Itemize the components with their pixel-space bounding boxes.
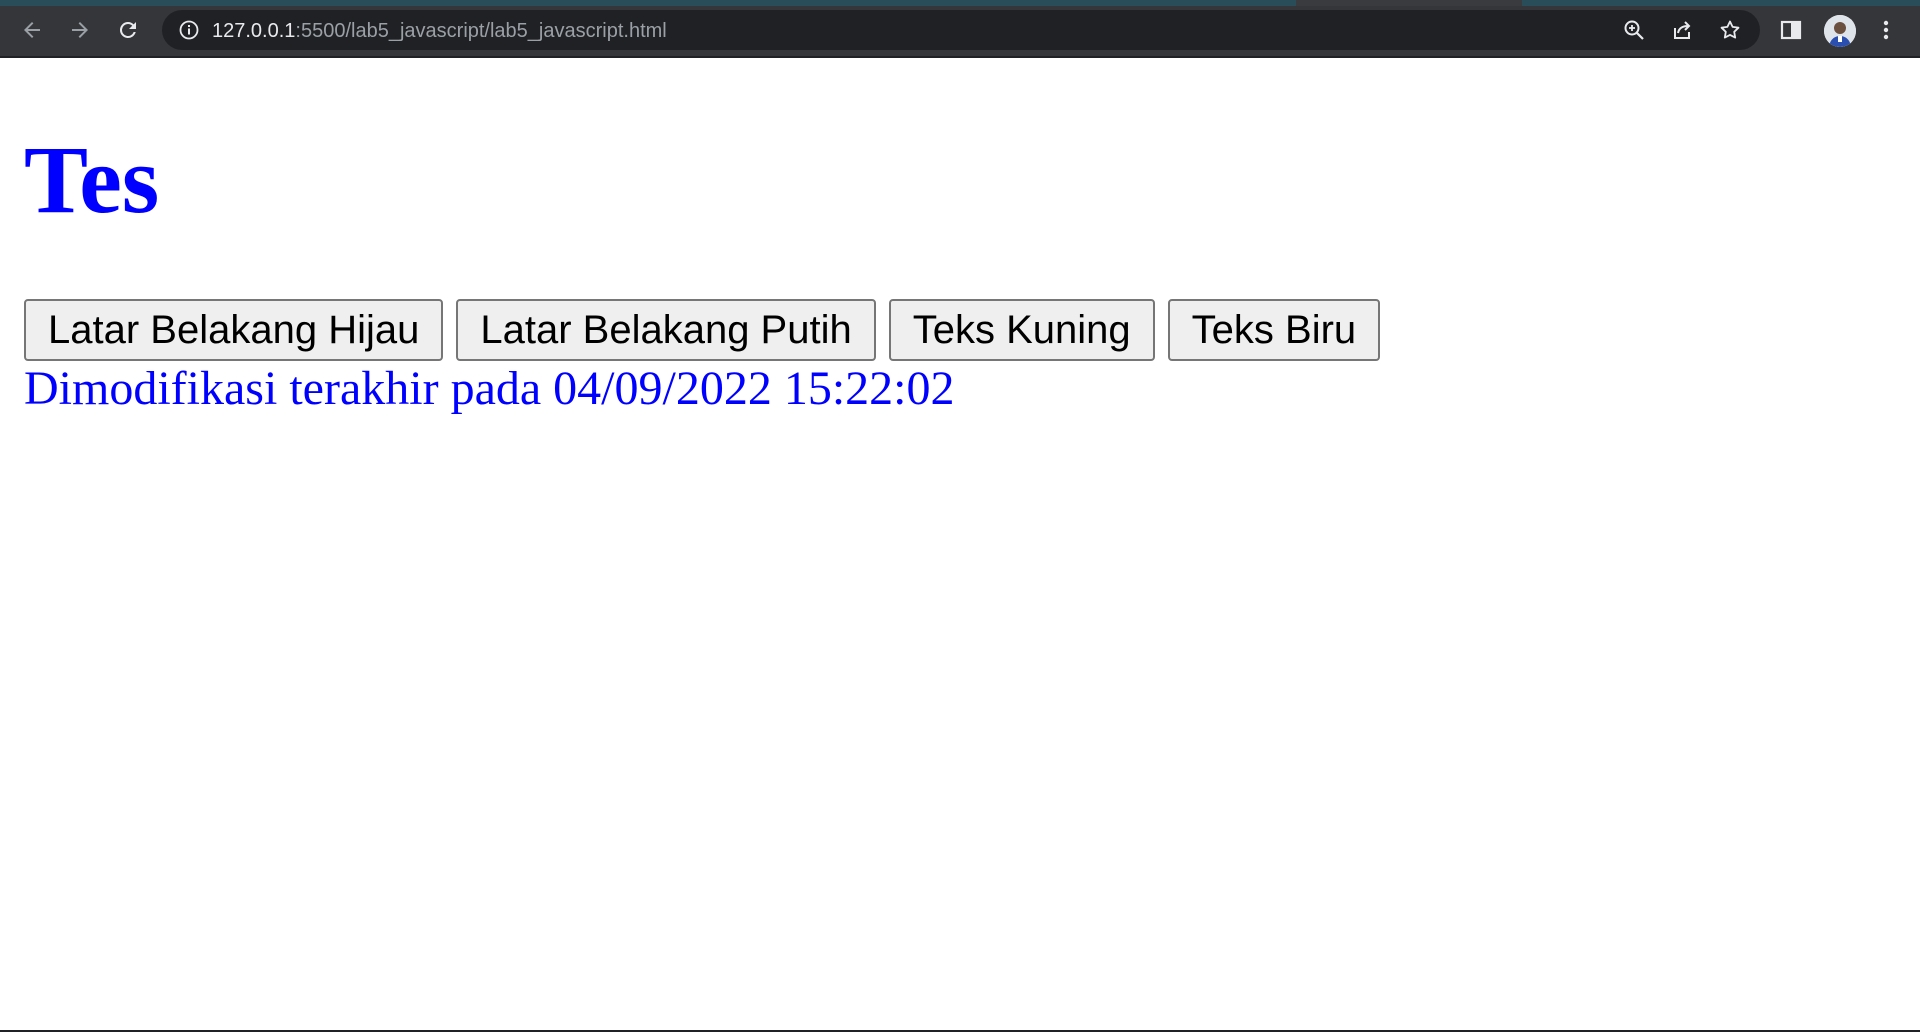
zoom-icon[interactable] — [1621, 17, 1647, 43]
white-background-button[interactable]: Latar Belakang Putih — [456, 299, 876, 361]
info-icon[interactable] — [178, 19, 200, 41]
browser-toolbar: 127.0.0.1:5500/lab5_javascript/lab5_java… — [0, 0, 1920, 58]
last-modified-text: Dimodifikasi terakhir pada 04/09/2022 15… — [24, 362, 955, 415]
url-host: 127.0.0.1 — [212, 20, 296, 42]
kebab-menu-icon[interactable] — [1871, 15, 1901, 45]
side-panel-icon[interactable] — [1776, 15, 1806, 45]
button-row: Latar Belakang Hijau Latar Belakang Puti… — [24, 299, 1381, 363]
url-text[interactable]: 127.0.0.1:5500/lab5_javascript/lab5_java… — [212, 20, 667, 42]
yellow-text-button[interactable]: Teks Kuning — [888, 299, 1155, 361]
reload-icon — [116, 18, 140, 42]
reload-button[interactable] — [110, 12, 146, 48]
back-button[interactable] — [14, 12, 50, 48]
star-icon[interactable] — [1717, 17, 1743, 43]
address-bar[interactable]: 127.0.0.1:5500/lab5_javascript/lab5_java… — [162, 10, 1760, 50]
green-background-button[interactable]: Latar Belakang Hijau — [24, 299, 444, 361]
tab-strip-edge — [0, 0, 1920, 6]
tab-strip-edge-dark — [1296, 0, 1522, 6]
page-heading: Tes — [24, 126, 160, 233]
forward-arrow-icon — [68, 18, 92, 42]
forward-button[interactable] — [62, 12, 98, 48]
url-path: :5500/lab5_javascript/lab5_javascript.ht… — [295, 20, 667, 42]
avatar[interactable] — [1824, 15, 1856, 47]
blue-text-button[interactable]: Teks Biru — [1167, 299, 1381, 361]
back-arrow-icon — [20, 18, 44, 42]
page-body: Tes Latar Belakang Hijau Latar Belakang … — [0, 60, 1920, 1030]
share-icon[interactable] — [1669, 17, 1695, 43]
